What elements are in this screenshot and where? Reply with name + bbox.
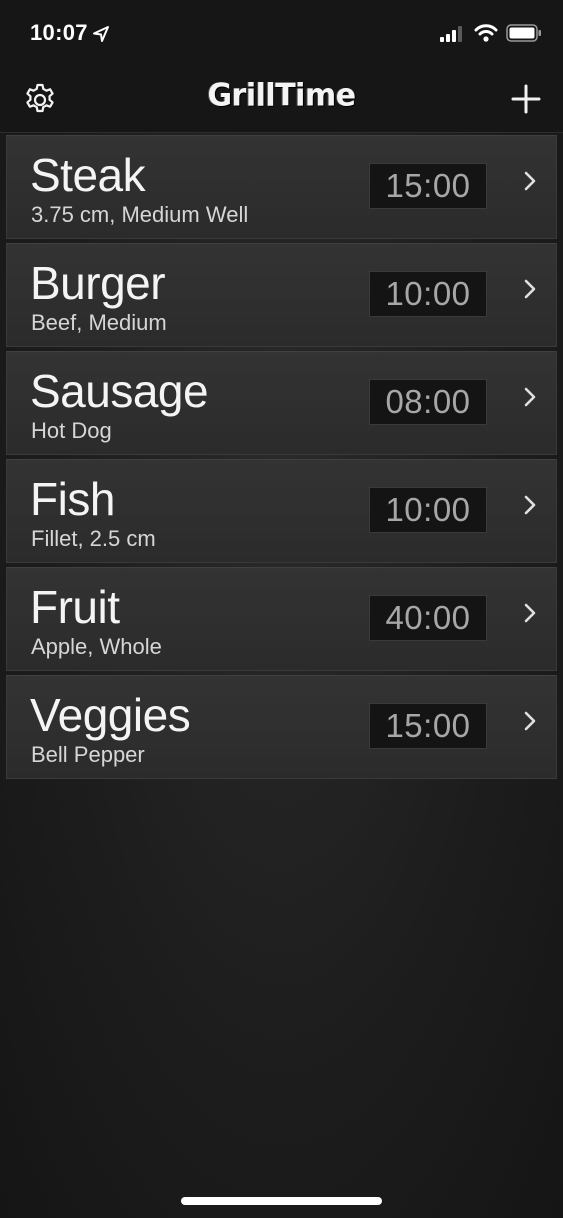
item-name: Burger [30, 257, 166, 309]
chevron-right-icon [524, 171, 536, 191]
item-timer: 10:00 [369, 487, 487, 533]
item-name: Fruit [30, 581, 120, 633]
item-detail: Apple, Whole [31, 634, 162, 659]
item-detail: Hot Dog [31, 418, 112, 443]
item-name: Sausage [30, 365, 209, 417]
chevron-right-icon [524, 387, 536, 407]
item-timer: 10:00 [369, 271, 487, 317]
list-item-fruit[interactable]: Fruit Apple, Whole 40:00 [6, 567, 557, 671]
chevron-right-icon [524, 279, 536, 299]
gear-icon[interactable] [22, 82, 58, 118]
status-bar: 10:07 [0, 0, 563, 66]
grill-item-list: Steak 3.75 cm, Medium Well 15:00 Burger … [6, 135, 557, 783]
item-timer: 40:00 [369, 595, 487, 641]
list-item-sausage[interactable]: Sausage Hot Dog 08:00 [6, 351, 557, 455]
chevron-right-icon [524, 495, 536, 515]
item-timer: 08:00 [369, 379, 487, 425]
app-screen: 10:07 GrillTime Steak 3.75 cm, Medium We… [0, 0, 563, 1218]
item-name: Veggies [30, 689, 191, 741]
battery-icon [506, 24, 541, 42]
item-detail: Fillet, 2.5 cm [31, 526, 156, 551]
item-detail: Bell Pepper [31, 742, 145, 767]
list-item-burger[interactable]: Burger Beef, Medium 10:00 [6, 243, 557, 347]
app-logo-title: GrillTime [207, 77, 356, 114]
list-item-fish[interactable]: Fish Fillet, 2.5 cm 10:00 [6, 459, 557, 563]
item-detail: 3.75 cm, Medium Well [31, 202, 249, 227]
navigation-bar: GrillTime [0, 66, 563, 133]
status-time: 10:07 [30, 20, 88, 45]
wifi-icon [474, 24, 498, 42]
list-item-steak[interactable]: Steak 3.75 cm, Medium Well 15:00 [6, 135, 557, 239]
list-item-veggies[interactable]: Veggies Bell Pepper 15:00 [6, 675, 557, 779]
item-name: Steak [30, 149, 146, 201]
location-arrow-icon [93, 26, 109, 42]
item-detail: Beef, Medium [31, 310, 167, 335]
cellular-signal-icon [440, 26, 462, 42]
item-timer: 15:00 [369, 163, 487, 209]
chevron-right-icon [524, 711, 536, 731]
item-name: Fish [30, 473, 115, 525]
plus-icon[interactable] [510, 83, 542, 115]
item-timer: 15:00 [369, 703, 487, 749]
home-indicator[interactable] [181, 1197, 382, 1205]
chevron-right-icon [524, 603, 536, 623]
